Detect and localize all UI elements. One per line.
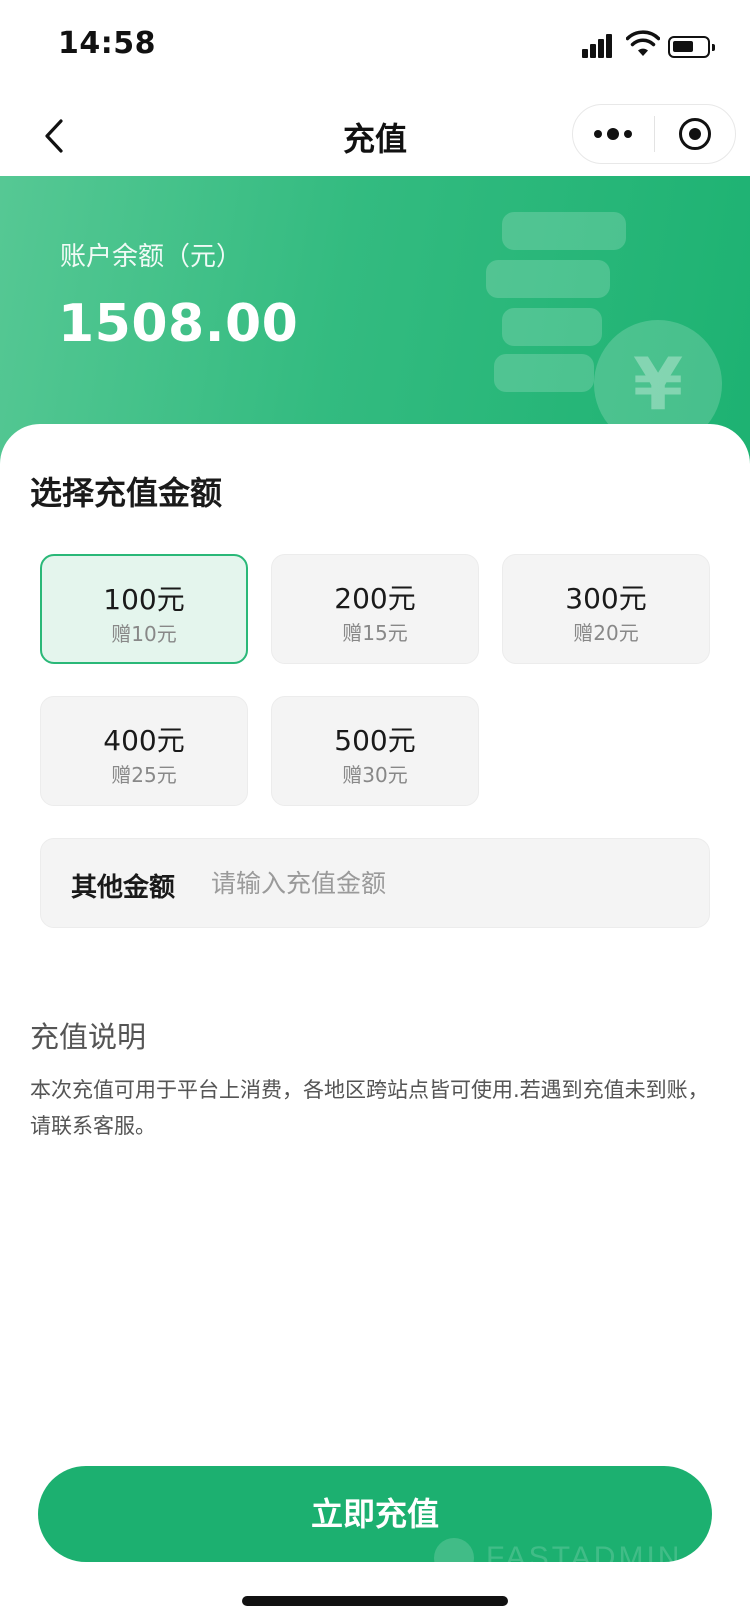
amount-option-300[interactable]: 300元 赠20元: [502, 554, 710, 664]
coin-stack-bar: [486, 260, 610, 298]
coin-stack-bar: [502, 308, 602, 346]
nav-bar: 充值: [0, 96, 750, 176]
section-title: 选择充值金额: [30, 474, 223, 512]
amount-value: 400元: [103, 724, 185, 757]
coins-illustration: ¥: [486, 212, 726, 448]
target-circle-icon: [678, 118, 711, 150]
status-bar: 14:58: [0, 0, 750, 96]
custom-amount-row: 其他金额: [40, 838, 710, 928]
amount-option-400[interactable]: 400元 赠25元: [40, 696, 248, 806]
yuan-glyph: ¥: [632, 342, 684, 426]
recharge-now-button[interactable]: 立即充值: [38, 1466, 712, 1562]
amount-bonus: 赠20元: [573, 621, 639, 645]
coin-stack-bar: [502, 212, 626, 250]
miniprogram-capsule: [572, 104, 736, 164]
coin-stack-bar: [494, 354, 594, 392]
home-indicator: [242, 1596, 508, 1606]
amount-value: 500元: [334, 724, 416, 757]
more-dots-icon: [594, 128, 633, 140]
custom-amount-label: 其他金额: [71, 873, 176, 903]
amount-bonus: 赠15元: [342, 621, 408, 645]
amount-bonus: 赠30元: [342, 763, 408, 787]
amount-value: 300元: [565, 582, 647, 615]
amount-bonus: 赠10元: [111, 622, 177, 646]
status-time: 14:58: [58, 26, 156, 61]
balance-label: 账户余额（元）: [60, 242, 243, 272]
wifi-icon: [626, 30, 660, 56]
amount-bonus: 赠25元: [111, 763, 177, 787]
amount-option-100[interactable]: 100元 赠10元: [40, 554, 248, 664]
more-button[interactable]: [573, 105, 654, 163]
recharge-card: 选择充值金额 100元 赠10元 200元 赠15元 300元 赠20元 400…: [0, 424, 750, 1624]
amount-option-200[interactable]: 200元 赠15元: [271, 554, 479, 664]
balance-value: 1508.00: [58, 294, 299, 354]
notes-title: 充值说明: [30, 1020, 147, 1054]
amount-value: 100元: [103, 583, 185, 616]
cellular-signal-icon: [582, 34, 616, 58]
close-button[interactable]: [655, 105, 736, 163]
custom-amount-input[interactable]: [211, 857, 681, 909]
amount-value: 200元: [334, 582, 416, 615]
amount-option-500[interactable]: 500元 赠30元: [271, 696, 479, 806]
notes-body: 本次充值可用于平台上消费，各地区跨站点皆可使用.若遇到充值未到账，请联系客服。: [30, 1078, 709, 1138]
battery-icon: [668, 36, 715, 58]
